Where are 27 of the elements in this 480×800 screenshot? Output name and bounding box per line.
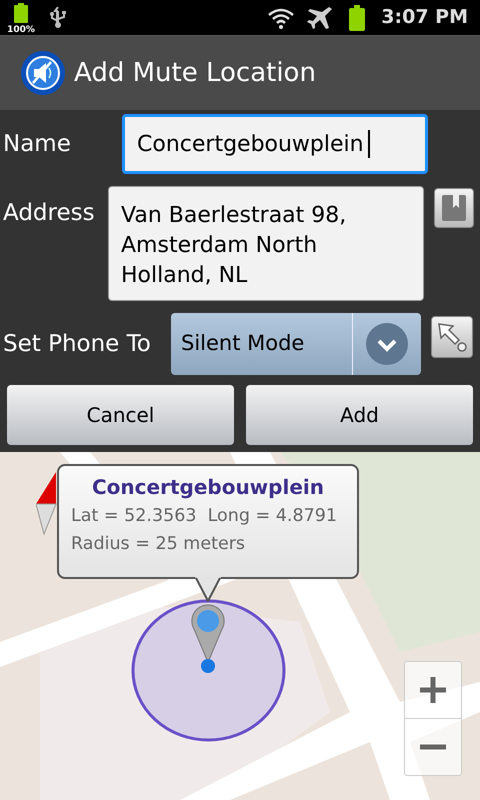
bookmark-icon: [441, 194, 467, 222]
map-pin-icon: [190, 604, 226, 674]
address-label: Address: [2, 199, 96, 228]
coordinates-text: Lat = 52.3563 Long = 4.8791: [71, 505, 337, 528]
callout-title: Concertgebouwplein: [92, 474, 324, 501]
bookmark-button[interactable]: [434, 188, 474, 228]
airplane-icon: [307, 4, 334, 30]
muted-speaker-icon: [20, 50, 66, 96]
location-picker-button[interactable]: [431, 316, 473, 358]
action-button[interactable]: Cancel: [7, 385, 234, 445]
arrow-point-icon: [435, 320, 469, 354]
battery-percentage: 100%: [7, 26, 35, 34]
action-button[interactable]: Add: [246, 385, 473, 445]
address-input-field[interactable]: Van Baerlestraat 98, Amsterdam North Holland, NL: [108, 186, 424, 301]
name-input-field[interactable]: Concertgebouwplein: [122, 114, 428, 174]
window-title: Add Mute Location: [74, 56, 316, 90]
name-label: Name: [2, 130, 72, 159]
clock: 3:07 PM: [381, 5, 468, 30]
usb-icon: [50, 6, 66, 28]
phone-mode-label: Set Phone To: [2, 330, 152, 359]
battery-icon: [14, 2, 28, 22]
wifi-icon: [267, 6, 296, 28]
radius-text: Radius = 25 meters: [71, 533, 246, 556]
plus-icon: [420, 676, 446, 703]
battery-icon: [349, 4, 366, 30]
minus-icon: [420, 744, 446, 750]
phone-mode-dropdown[interactable]: Silent Mode: [171, 313, 421, 375]
